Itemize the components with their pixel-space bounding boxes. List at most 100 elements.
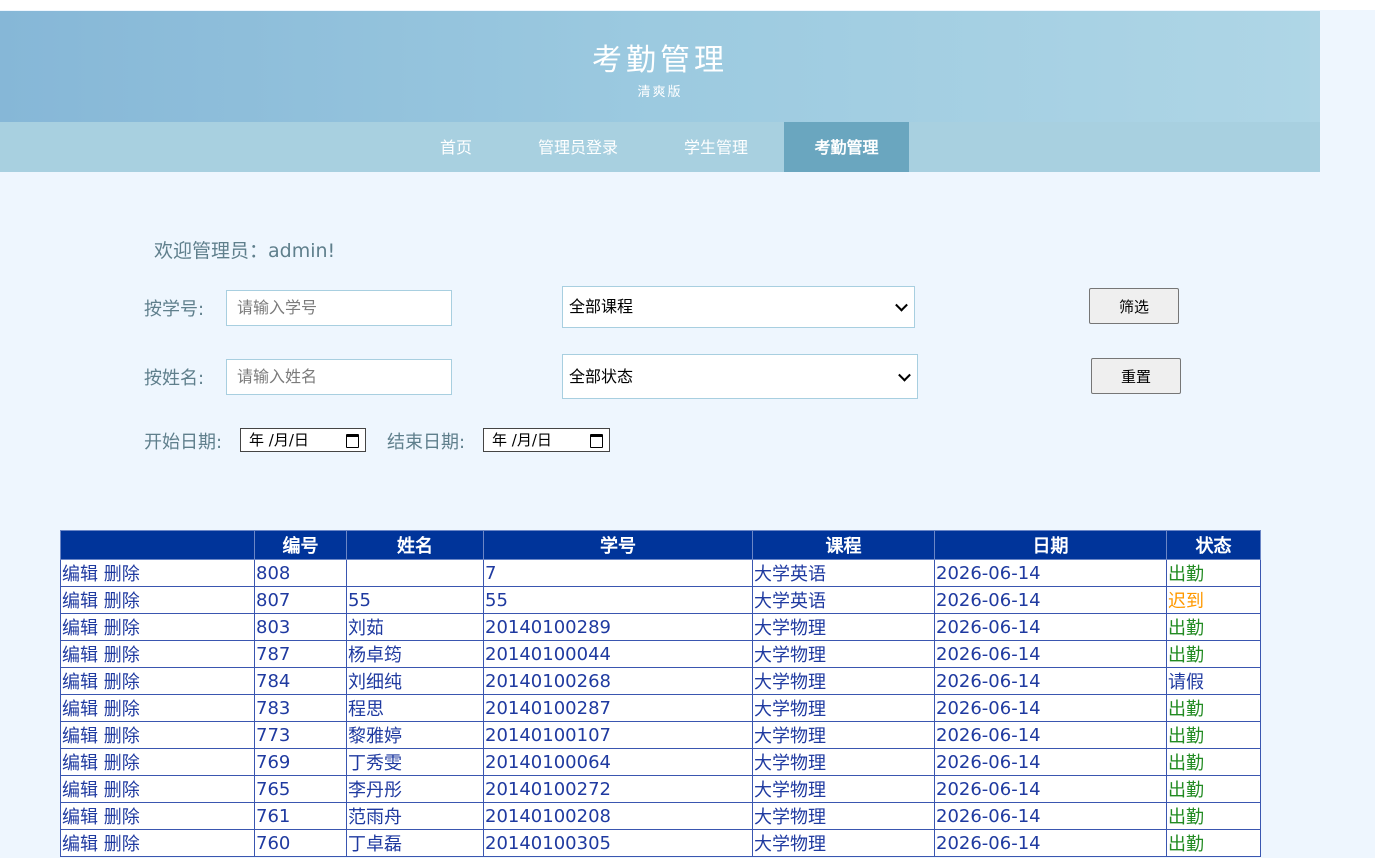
row-actions: 编辑 删除	[60, 775, 255, 803]
cell-student-no: 20140100287	[483, 694, 753, 722]
cell-date: 2026-06-14	[934, 748, 1167, 776]
cell-course: 大学物理	[752, 694, 935, 722]
cell-name: 丁秀雯	[346, 748, 484, 776]
column-header-id: 编号	[254, 530, 347, 560]
column-header-date: 日期	[934, 530, 1167, 560]
start-date-placeholder: 年 /月/日	[249, 431, 309, 449]
edit-link[interactable]: 编辑	[62, 780, 98, 801]
status-select[interactable]: 全部状态	[562, 354, 918, 399]
cell-student-no: 55	[483, 586, 753, 614]
cell-id: 783	[254, 694, 347, 722]
delete-link[interactable]: 删除	[104, 726, 140, 747]
cell-student-no: 20140100272	[483, 775, 753, 803]
edit-link[interactable]: 编辑	[62, 618, 98, 639]
delete-link[interactable]: 删除	[104, 807, 140, 828]
start-date-input[interactable]: 年 /月/日	[240, 428, 366, 452]
cell-course: 大学物理	[752, 667, 935, 695]
delete-link[interactable]: 删除	[104, 645, 140, 666]
table-row: 编辑 删除 787 杨卓筠 20140100044 大学物理 2026-06-14 出勤	[60, 640, 1261, 668]
cell-course: 大学物理	[752, 829, 935, 857]
cell-id: 769	[254, 748, 347, 776]
nav-item-home[interactable]: 首页	[424, 122, 488, 172]
site-subtitle: 清爽版	[637, 85, 683, 100]
cell-date: 2026-06-14	[934, 721, 1167, 749]
cell-id: 784	[254, 667, 347, 695]
end-date-input[interactable]: 年 /月/日	[483, 428, 610, 452]
table-header-row: 编号 姓名 学号 课程 日期 状态	[60, 530, 1261, 560]
cell-id: 787	[254, 640, 347, 668]
cell-date: 2026-06-14	[934, 775, 1167, 803]
edit-link[interactable]: 编辑	[62, 591, 98, 612]
edit-link[interactable]: 编辑	[62, 753, 98, 774]
cell-course: 大学物理	[752, 721, 935, 749]
edit-link[interactable]: 编辑	[62, 699, 98, 720]
row-actions: 编辑 删除	[60, 748, 255, 776]
cell-status: 出勤	[1166, 748, 1261, 776]
cell-id: 808	[254, 559, 347, 587]
cell-student-no: 20140100044	[483, 640, 753, 668]
delete-link[interactable]: 删除	[104, 753, 140, 774]
end-date-placeholder: 年 /月/日	[492, 431, 552, 449]
cell-name: 刘细纯	[346, 667, 484, 695]
cell-status: 出勤	[1166, 802, 1261, 830]
cell-id: 807	[254, 586, 347, 614]
cell-name: 55	[346, 586, 484, 614]
attendance-table: 编号 姓名 学号 课程 日期 状态 编辑 删除 808 7 大学英语 2026-06-1…	[60, 530, 1261, 857]
delete-link[interactable]: 删除	[104, 618, 140, 639]
row-actions: 编辑 删除	[60, 586, 255, 614]
cell-name: 程思	[346, 694, 484, 722]
cell-course: 大学物理	[752, 613, 935, 641]
cell-date: 2026-06-14	[934, 694, 1167, 722]
cell-date: 2026-06-14	[934, 829, 1167, 857]
reset-button[interactable]: 重置	[1091, 358, 1181, 394]
cell-id: 803	[254, 613, 347, 641]
table-row: 编辑 删除 773 黎雅婷 20140100107 大学物理 2026-06-14 出勤	[60, 721, 1261, 749]
nav-item-admin-login[interactable]: 管理员登录	[520, 122, 636, 172]
column-header-name: 姓名	[346, 530, 484, 560]
page-header: 考勤管理 清爽版	[0, 11, 1320, 122]
column-header-status: 状态	[1166, 530, 1261, 560]
cell-id: 773	[254, 721, 347, 749]
filter-button[interactable]: 筛选	[1089, 288, 1179, 324]
cell-student-no: 20140100289	[483, 613, 753, 641]
chevron-down-icon	[895, 298, 908, 312]
course-select[interactable]: 全部课程	[562, 286, 915, 328]
column-header-student-no: 学号	[483, 530, 753, 560]
delete-link[interactable]: 删除	[104, 591, 140, 612]
student-name-input[interactable]: 请输入姓名	[226, 359, 452, 395]
cell-student-no: 20140100107	[483, 721, 753, 749]
edit-link[interactable]: 编辑	[62, 726, 98, 747]
delete-link[interactable]: 删除	[104, 834, 140, 855]
table-row: 编辑 删除 808 7 大学英语 2026-06-14 出勤	[60, 559, 1261, 587]
student-id-input[interactable]: 请输入学号	[226, 290, 452, 326]
calendar-icon[interactable]	[590, 434, 603, 448]
edit-link[interactable]: 编辑	[62, 645, 98, 666]
cell-name	[346, 559, 484, 587]
delete-link[interactable]: 删除	[104, 564, 140, 585]
edit-link[interactable]: 编辑	[62, 834, 98, 855]
cell-student-no: 20140100305	[483, 829, 753, 857]
cell-name: 范雨舟	[346, 802, 484, 830]
nav-item-attendance-management[interactable]: 考勤管理	[784, 122, 909, 172]
start-date-label: 开始日期:	[144, 432, 223, 453]
edit-link[interactable]: 编辑	[62, 564, 98, 585]
cell-status: 出勤	[1166, 694, 1261, 722]
cell-name: 李丹彤	[346, 775, 484, 803]
row-actions: 编辑 删除	[60, 640, 255, 668]
end-date-label: 结束日期:	[387, 432, 466, 453]
nav-item-student-management[interactable]: 学生管理	[668, 122, 764, 172]
delete-link[interactable]: 删除	[104, 672, 140, 693]
cell-status: 出勤	[1166, 721, 1261, 749]
course-select-value: 全部课程	[569, 297, 634, 316]
calendar-icon[interactable]	[346, 434, 359, 448]
delete-link[interactable]: 删除	[104, 699, 140, 720]
edit-link[interactable]: 编辑	[62, 672, 98, 693]
row-actions: 编辑 删除	[60, 829, 255, 857]
edit-link[interactable]: 编辑	[62, 807, 98, 828]
cell-date: 2026-06-14	[934, 802, 1167, 830]
cell-course: 大学物理	[752, 748, 935, 776]
delete-link[interactable]: 删除	[104, 780, 140, 801]
student-id-label: 按学号:	[144, 299, 205, 320]
cell-status: 出勤	[1166, 613, 1261, 641]
cell-student-no: 20140100064	[483, 748, 753, 776]
